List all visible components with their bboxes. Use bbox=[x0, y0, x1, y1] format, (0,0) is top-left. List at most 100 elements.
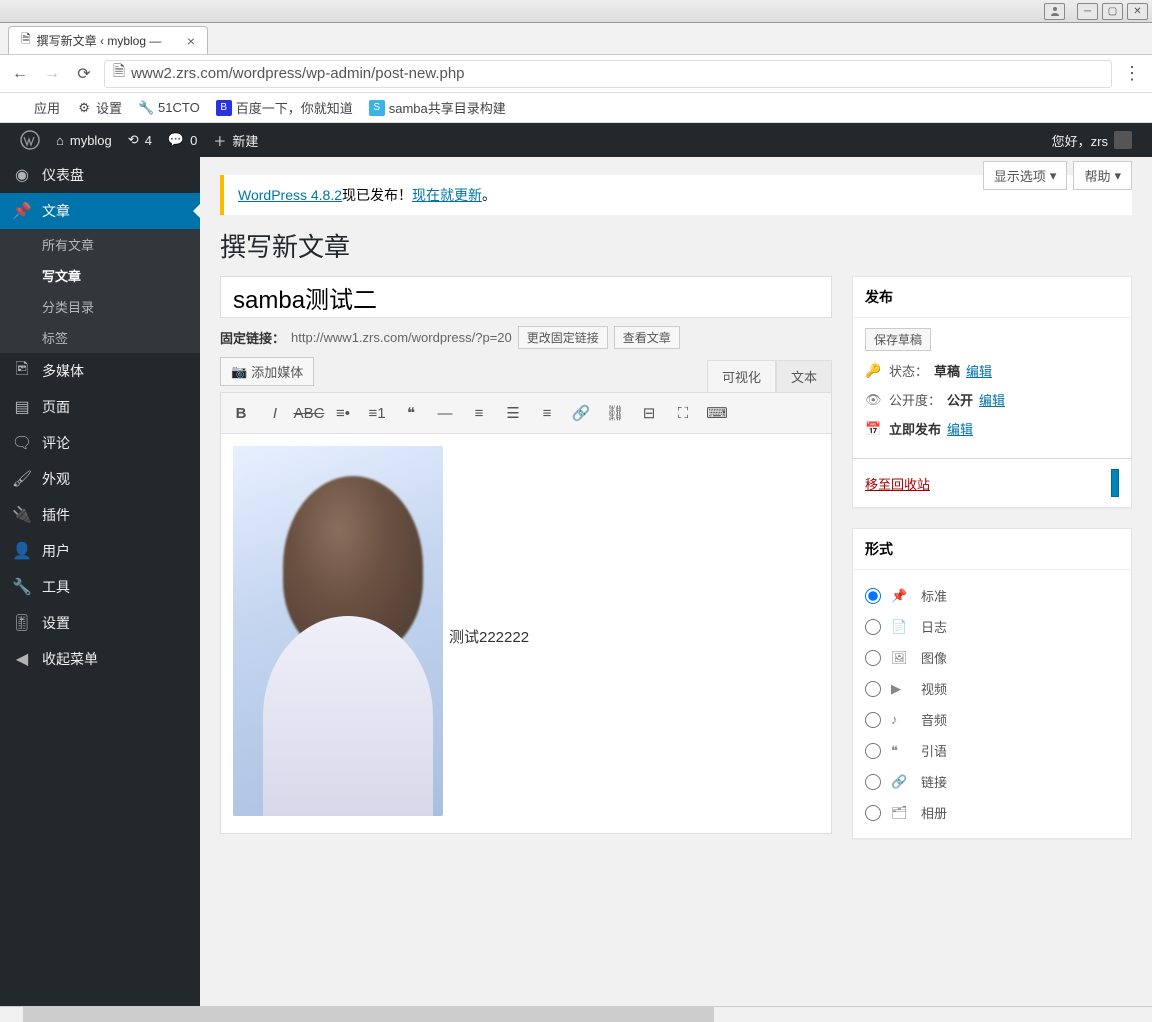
unlink-button[interactable]: ⛓ bbox=[599, 397, 631, 429]
editor-text: 测试222222 bbox=[449, 629, 529, 646]
scrollbar-thumb[interactable] bbox=[23, 1007, 714, 1022]
publish-title: 发布 bbox=[853, 277, 1131, 318]
forward-button[interactable]: → bbox=[40, 62, 64, 86]
bold-button[interactable]: B bbox=[225, 397, 257, 429]
close-window-button[interactable]: ✕ bbox=[1127, 3, 1148, 20]
bullet-list-button[interactable]: ≡• bbox=[327, 397, 359, 429]
number-list-button[interactable]: ≡1 bbox=[361, 397, 393, 429]
apps-shortcut[interactable]: 应用 bbox=[8, 96, 66, 119]
maximize-button[interactable]: ▢ bbox=[1102, 3, 1123, 20]
help-button[interactable]: 帮助▾ bbox=[1073, 161, 1132, 190]
post-editor[interactable]: 测试222222 bbox=[220, 434, 832, 834]
user-button[interactable] bbox=[1044, 3, 1065, 20]
menu-appearance[interactable]: 🖌外观 bbox=[0, 461, 200, 497]
bookmark-samba[interactable]: Ssamba共享目录构建 bbox=[363, 96, 512, 119]
tab-text[interactable]: 文本 bbox=[776, 360, 832, 392]
wp-logo[interactable] bbox=[12, 123, 48, 157]
format-radio[interactable] bbox=[865, 805, 881, 821]
bookmark-51cto[interactable]: 🔧51CTO bbox=[132, 98, 206, 118]
format-option[interactable]: ♪音频 bbox=[865, 704, 1119, 735]
edit-visibility-link[interactable]: 编辑 bbox=[979, 390, 1005, 409]
menu-settings[interactable]: 🎚设置 bbox=[0, 605, 200, 641]
screen-options-button[interactable]: 显示选项▾ bbox=[983, 161, 1068, 190]
menu-collapse[interactable]: ◀收起菜单 bbox=[0, 641, 200, 677]
format-radio[interactable] bbox=[865, 774, 881, 790]
content-image[interactable] bbox=[233, 446, 443, 816]
bookmark-baidu[interactable]: B百度一下，你就知道 bbox=[210, 96, 359, 119]
camera-icon: 📷 bbox=[231, 364, 247, 380]
tab-close-icon[interactable]: × bbox=[187, 33, 195, 49]
format-option[interactable]: 🗂相册 bbox=[865, 797, 1119, 828]
format-radio[interactable] bbox=[865, 712, 881, 728]
user-greeting[interactable]: 您好，zrs bbox=[1044, 123, 1140, 157]
editor-toolbar: B I ABC ≡• ≡1 ❝ ― ≡ ☰ ≡ 🔗 ⛓ ⊟ ⛶ bbox=[220, 392, 832, 434]
format-radio[interactable] bbox=[865, 619, 881, 635]
align-left-button[interactable]: ≡ bbox=[463, 397, 495, 429]
menu-users[interactable]: 👤用户 bbox=[0, 533, 200, 569]
align-right-button[interactable]: ≡ bbox=[531, 397, 563, 429]
minimize-button[interactable]: ─ bbox=[1077, 3, 1098, 20]
format-radio[interactable] bbox=[865, 681, 881, 697]
change-permalink-button[interactable]: 更改固定链接 bbox=[518, 326, 608, 349]
update-icon: ⟲ bbox=[128, 132, 139, 148]
link-button[interactable]: 🔗 bbox=[565, 397, 597, 429]
align-center-button[interactable]: ☰ bbox=[497, 397, 529, 429]
format-radio[interactable] bbox=[865, 650, 881, 666]
format-option[interactable]: 📄日志 bbox=[865, 611, 1119, 642]
post-title-input[interactable] bbox=[220, 276, 832, 318]
tab-visual[interactable]: 可视化 bbox=[707, 360, 776, 392]
site-link[interactable]: ⌂myblog bbox=[48, 123, 120, 157]
format-option[interactable]: 🖼图像 bbox=[865, 642, 1119, 673]
browser-menu-button[interactable]: ⋮ bbox=[1120, 62, 1144, 86]
menu-plugins[interactable]: 🔌插件 bbox=[0, 497, 200, 533]
strike-button[interactable]: ABC bbox=[293, 397, 325, 429]
format-label: 视频 bbox=[921, 679, 947, 698]
add-media-button[interactable]: 📷添加媒体 bbox=[220, 357, 314, 386]
format-option[interactable]: ❝引语 bbox=[865, 735, 1119, 766]
plus-icon: ＋ bbox=[213, 131, 226, 150]
format-metabox: 形式 📌标准📄日志🖼图像▶视频♪音频❝引语🔗链接🗂相册 bbox=[852, 528, 1132, 839]
publish-button[interactable] bbox=[1111, 469, 1119, 497]
format-radio[interactable] bbox=[865, 588, 881, 604]
home-icon: ⌂ bbox=[56, 133, 64, 148]
edit-status-link[interactable]: 编辑 bbox=[966, 361, 992, 380]
hr-button[interactable]: ― bbox=[429, 397, 461, 429]
url-input[interactable]: 🗎 www2.zrs.com/wordpress/wp-admin/post-n… bbox=[104, 60, 1112, 88]
more-button[interactable]: ⊟ bbox=[633, 397, 665, 429]
menu-media[interactable]: 🖻多媒体 bbox=[0, 353, 200, 389]
menu-pages[interactable]: ▤页面 bbox=[0, 389, 200, 425]
update-now-link[interactable]: 现在就更新 bbox=[412, 187, 482, 203]
save-draft-button[interactable]: 保存草稿 bbox=[865, 328, 931, 351]
back-button[interactable]: ← bbox=[8, 62, 32, 86]
new-content[interactable]: ＋新建 bbox=[205, 123, 266, 157]
quote-button[interactable]: ❝ bbox=[395, 397, 427, 429]
italic-button[interactable]: I bbox=[259, 397, 291, 429]
menu-tools[interactable]: 🔧工具 bbox=[0, 569, 200, 605]
submenu-all-posts[interactable]: 所有文章 bbox=[0, 229, 200, 260]
edit-schedule-link[interactable]: 编辑 bbox=[947, 419, 973, 438]
fullscreen-button[interactable]: ⛶ bbox=[667, 397, 699, 429]
submenu-tags[interactable]: 标签 bbox=[0, 322, 200, 353]
submenu-new-post[interactable]: 写文章 bbox=[0, 260, 200, 291]
bookmark-settings[interactable]: ⚙设置 bbox=[70, 96, 128, 119]
menu-comments[interactable]: 🗨评论 bbox=[0, 425, 200, 461]
format-option[interactable]: ▶视频 bbox=[865, 673, 1119, 704]
submenu-categories[interactable]: 分类目录 bbox=[0, 291, 200, 322]
horizontal-scrollbar[interactable] bbox=[0, 1006, 1152, 1022]
comments-link[interactable]: 💬0 bbox=[160, 123, 205, 157]
format-option[interactable]: 📌标准 bbox=[865, 580, 1119, 611]
reload-button[interactable]: ⟳ bbox=[72, 62, 96, 86]
view-post-button[interactable]: 查看文章 bbox=[614, 326, 680, 349]
updates-link[interactable]: ⟲4 bbox=[120, 123, 160, 157]
format-option[interactable]: 🔗链接 bbox=[865, 766, 1119, 797]
wp-version-link[interactable]: WordPress 4.8.2 bbox=[238, 187, 342, 203]
menu-posts[interactable]: 📌文章 bbox=[0, 193, 200, 229]
browser-tab[interactable]: 🗎 撰写新文章 ‹ myblog — × bbox=[8, 26, 208, 54]
window-titlebar: ─ ▢ ✕ bbox=[0, 0, 1152, 23]
url-text: www2.zrs.com/wordpress/wp-admin/post-new… bbox=[131, 65, 464, 82]
menu-dashboard[interactable]: ◉仪表盘 bbox=[0, 157, 200, 193]
content-area: 显示选项▾ 帮助▾ WordPress 4.8.2现已发布！现在就更新。 撰写新… bbox=[200, 157, 1152, 1006]
format-radio[interactable] bbox=[865, 743, 881, 759]
toolbar-toggle-button[interactable]: ⌨ bbox=[701, 397, 733, 429]
move-to-trash-link[interactable]: 移至回收站 bbox=[865, 474, 930, 493]
